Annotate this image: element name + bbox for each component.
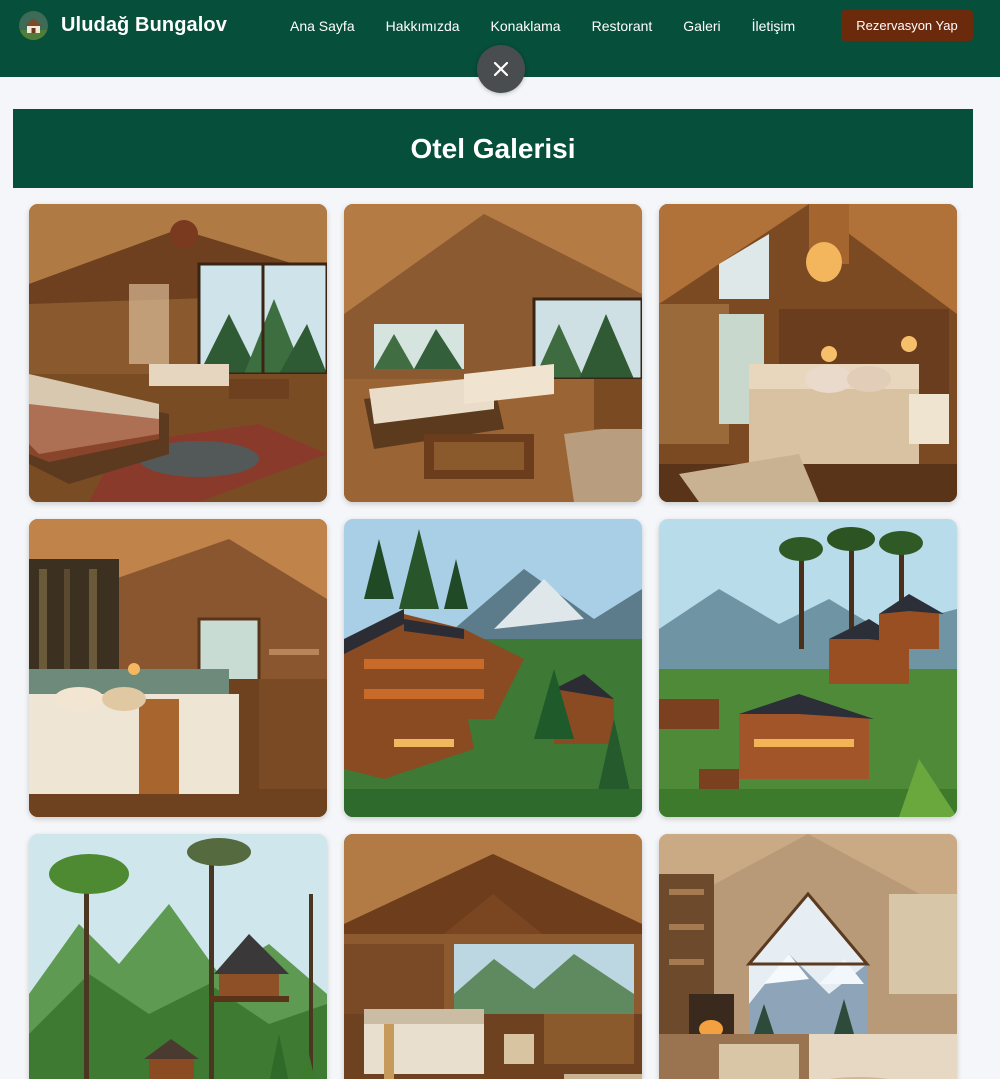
gallery-grid [29,204,957,1079]
gallery-title: Otel Galerisi [410,132,576,164]
gallery-image-vaulted-suite-mountain-view[interactable] [344,834,642,1079]
bungalow-logo-icon [19,10,48,40]
brand-link[interactable]: Uludağ Bungalov [19,9,227,41]
nav-link-accommodation[interactable]: Konaklama [491,18,561,34]
main-nav: Ana Sayfa Hakkımızda Konaklama Restorant… [290,16,826,36]
nav-link-about[interactable]: Hakkımızda [386,18,460,34]
gallery-image-winter-chalet-fireplace[interactable] [659,834,957,1079]
nav-link-restaurant[interactable]: Restorant [592,18,653,34]
nav-link-contact[interactable]: İletişim [752,18,796,34]
gallery-image-cozy-bedroom-forest-mural[interactable] [29,519,327,817]
gallery-image-hillside-bungalows-mountains[interactable] [344,519,642,817]
close-icon [493,61,509,77]
brand-name: Uludağ Bungalov [61,13,227,36]
close-button[interactable] [477,45,525,93]
nav-link-gallery[interactable]: Galeri [683,18,720,34]
gallery-image-attic-bedroom-lanterns[interactable] [659,204,957,502]
gallery-image-loft-room-balcony[interactable] [344,204,642,502]
nav-link-home[interactable]: Ana Sayfa [290,18,355,34]
gallery-image-treehouse-mountain-valley[interactable] [29,834,327,1079]
gallery-header: Otel Galerisi [13,109,973,188]
reservation-button[interactable]: Rezervasyon Yap [841,10,973,41]
gallery-image-bungalows-pine-hills[interactable] [659,519,957,817]
gallery-image-bedroom-forest-view[interactable] [29,204,327,502]
